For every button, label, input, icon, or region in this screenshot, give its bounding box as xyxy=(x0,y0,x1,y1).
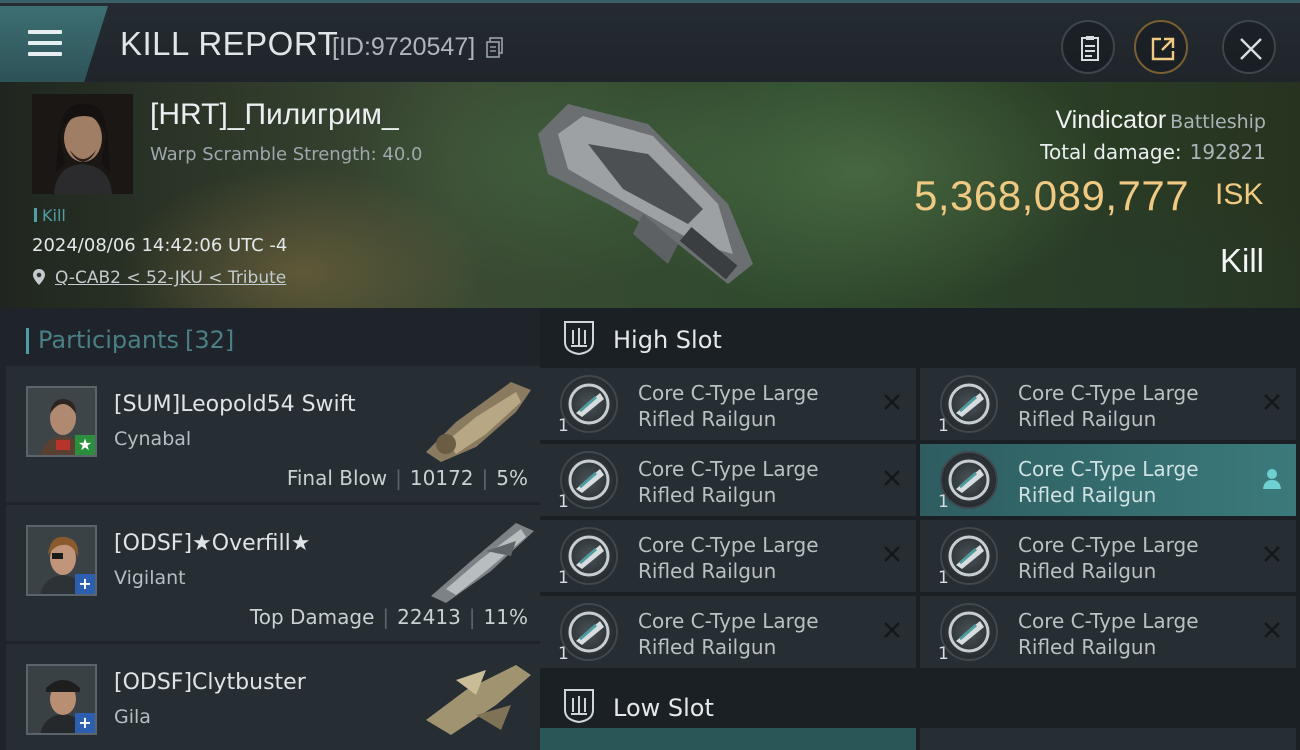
high-slot-label: High Slot xyxy=(613,326,722,354)
participant-ship: Cynabal xyxy=(114,428,192,450)
low-slot-module[interactable] xyxy=(920,728,1296,750)
module-name: Core C-Type Large Rifled Railgun xyxy=(1018,609,1199,659)
module-quantity: 1 xyxy=(938,416,949,436)
kill-datetime: 2024/08/06 14:42:06 UTC -4 xyxy=(32,235,288,256)
high-slot-module[interactable]: 1 Core C-Type Large Rifled Railgun xyxy=(920,368,1296,440)
isk-unit: ISK xyxy=(1215,178,1264,211)
participants-title: Participants [32] xyxy=(25,326,234,354)
participant-row[interactable]: ★ [SUM]Leopold54 Swift Cynabal Final Blo… xyxy=(6,366,540,502)
high-slot-module[interactable]: 1 Core C-Type Large Rifled Railgun xyxy=(540,596,916,668)
participant-portrait: ★ xyxy=(26,386,97,457)
victim-ship-name[interactable]: Vindicator Battleship xyxy=(1055,106,1266,135)
menu-button[interactable] xyxy=(0,6,108,82)
low-slot-header: Low Slot xyxy=(540,676,1300,736)
victim-name[interactable]: [HRT]_Пилигрим_ xyxy=(150,98,399,132)
page-title: KILL REPORT xyxy=(120,25,339,62)
location-pin-icon xyxy=(33,269,45,285)
participant-stats: Top Damage | 22413 | 11% xyxy=(249,605,528,629)
module-quantity: 1 xyxy=(938,492,949,512)
participant-ship-image xyxy=(426,665,531,735)
high-slot-module[interactable]: 1 Core C-Type Large Rifled Railgun xyxy=(920,596,1296,668)
participant-portrait: + xyxy=(26,525,97,596)
victim-portrait[interactable] xyxy=(32,94,133,194)
module-quantity: 1 xyxy=(558,644,569,664)
low-slot-icon xyxy=(564,689,594,724)
participant-ship-image xyxy=(426,382,531,462)
isk-value: 5,368,089,777 xyxy=(914,172,1190,219)
pilot-icon[interactable] xyxy=(1262,468,1282,490)
module-quantity: 1 xyxy=(938,568,949,588)
victim-banner: [HRT]_Пилигрим_ Warp Scramble Strength: … xyxy=(0,82,1300,308)
destroyed-x-icon xyxy=(1264,622,1280,638)
module-name: Core C-Type Large Rifled Railgun xyxy=(1018,457,1199,507)
plus-badge-icon: + xyxy=(75,713,95,733)
destroyed-x-icon xyxy=(1264,546,1280,562)
top-bar: KILL REPORT [ID:9720547] xyxy=(0,0,1300,82)
low-slot-module[interactable] xyxy=(540,728,916,750)
copy-icon[interactable] xyxy=(486,37,504,59)
module-quantity: 1 xyxy=(558,416,569,436)
participant-name: [SUM]Leopold54 Swift xyxy=(114,392,356,417)
module-quantity: 1 xyxy=(558,492,569,512)
module-quantity: 1 xyxy=(938,644,949,664)
destroyed-x-icon xyxy=(884,546,900,562)
kill-tag: Kill xyxy=(34,206,66,225)
star-badge-icon: ★ xyxy=(75,435,95,455)
notes-button[interactable] xyxy=(1061,20,1115,74)
participant-stats: Final Blow | 10172 | 5% xyxy=(286,466,528,490)
destroyed-x-icon xyxy=(884,394,900,410)
participant-name: [ODSF]Clytbuster xyxy=(114,670,306,695)
participant-name: [ODSF]★Overfill★ xyxy=(114,531,311,556)
destroyed-x-icon xyxy=(1264,394,1280,410)
destroyed-x-icon xyxy=(884,470,900,486)
close-button[interactable] xyxy=(1222,20,1276,74)
notes-icon xyxy=(1081,36,1099,61)
module-name: Core C-Type Large Rifled Railgun xyxy=(1018,533,1199,583)
ship-class: Battleship xyxy=(1170,111,1266,133)
high-slot-module[interactable]: 1 Core C-Type Large Rifled Railgun xyxy=(920,520,1296,592)
plus-badge-icon: + xyxy=(75,574,95,594)
participants-panel: Participants [32] ★ [SUM]Leopold54 Swift … xyxy=(0,308,540,750)
kill-result: Kill xyxy=(1219,242,1264,279)
high-slot-module[interactable]: 1 Core C-Type Large Rifled Railgun xyxy=(540,444,916,516)
share-button[interactable] xyxy=(1134,20,1188,74)
high-slot-icon xyxy=(564,321,594,356)
close-icon xyxy=(1240,38,1262,60)
module-name: Core C-Type Large Rifled Railgun xyxy=(1018,381,1199,431)
warp-scramble-strength: Warp Scramble Strength: 40.0 xyxy=(150,144,423,165)
module-quantity: 1 xyxy=(558,568,569,588)
module-name: Core C-Type Large Rifled Railgun xyxy=(638,381,819,431)
high-slot-module[interactable]: 1 Core C-Type Large Rifled Railgun xyxy=(540,520,916,592)
ship-name: Vindicator xyxy=(1055,106,1167,134)
participant-portrait: + xyxy=(26,664,97,735)
fitting-panel: High Slot 1 Core C-Type Large Rifled Railg… xyxy=(540,308,1300,750)
total-damage-value: 192821 xyxy=(1189,140,1266,164)
total-damage: Total damage: 192821 xyxy=(1040,140,1266,164)
low-slot-label: Low Slot xyxy=(613,694,714,722)
high-slot-module[interactable]: 1 Core C-Type Large Rifled Railgun xyxy=(920,444,1296,516)
destroyed-x-icon xyxy=(884,622,900,638)
location-link[interactable]: Q-CAB2 < 52-JKU < Tribute xyxy=(55,268,286,288)
participant-ship: Vigilant xyxy=(114,567,186,589)
participant-row[interactable]: + [ODSF]★Overfill★ Vigilant Top Damage | 2… xyxy=(6,505,540,641)
module-name: Core C-Type Large Rifled Railgun xyxy=(638,457,819,507)
menu-icon xyxy=(28,30,62,56)
participant-ship-image xyxy=(431,523,534,603)
high-slot-header: High Slot xyxy=(540,308,1300,368)
participant-ship: Gila xyxy=(114,706,151,728)
module-name: Core C-Type Large Rifled Railgun xyxy=(638,609,819,659)
participant-row[interactable]: + [ODSF]Clytbuster Gila xyxy=(6,644,540,750)
high-slot-module[interactable]: 1 Core C-Type Large Rifled Railgun xyxy=(540,368,916,440)
share-icon xyxy=(1151,37,1175,61)
total-damage-label: Total damage: xyxy=(1040,140,1182,164)
report-id: [ID:9720547] xyxy=(332,33,476,61)
module-name: Core C-Type Large Rifled Railgun xyxy=(638,533,819,583)
victim-ship-image xyxy=(538,104,753,284)
